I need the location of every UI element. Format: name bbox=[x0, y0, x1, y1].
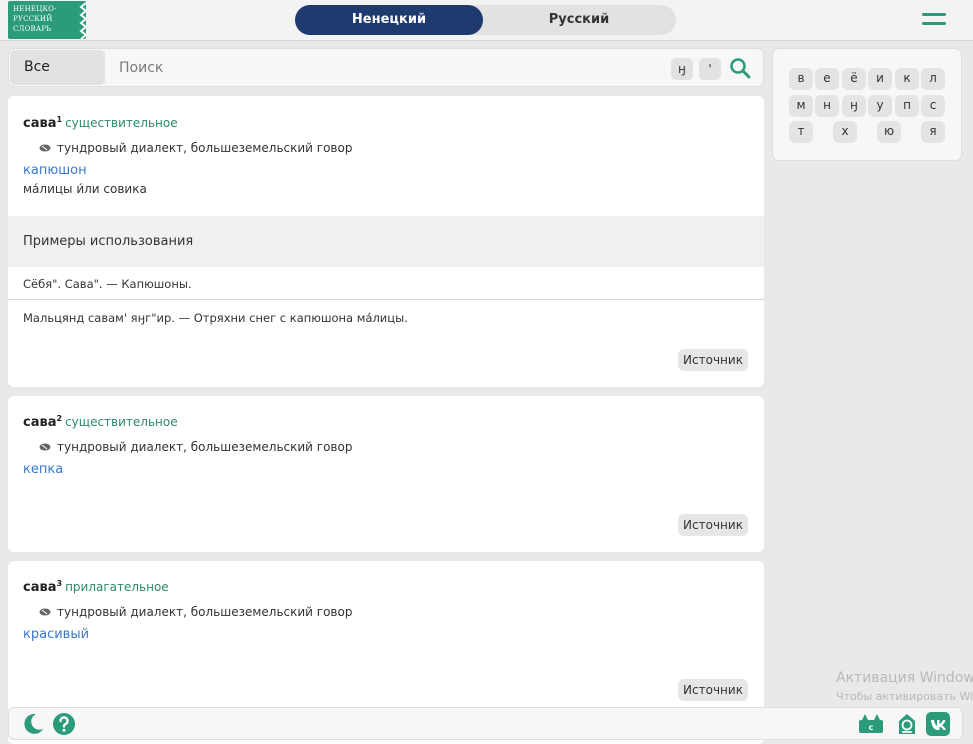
top-bar: НЕНЕЦКО- РУССКИЙ СЛОВАРЬ Ненецкий Русски… bbox=[0, 0, 973, 41]
homonym-number: 3 bbox=[56, 579, 63, 588]
logo-text: НЕНЕЦКО- РУССКИЙ СЛОВАРЬ bbox=[13, 4, 75, 34]
search-icon[interactable] bbox=[729, 57, 751, 79]
letter-button[interactable]: ю bbox=[877, 121, 901, 143]
vk-icon[interactable] bbox=[926, 712, 950, 736]
entry-headline: сава2 существительное bbox=[23, 414, 178, 430]
letter-button[interactable]: ё bbox=[842, 68, 866, 90]
dialect-icon bbox=[39, 443, 51, 451]
cattle-icon[interactable]: c bbox=[856, 712, 886, 736]
watermark-title: Активация Windows bbox=[836, 670, 973, 686]
example-item: Сёбя". Сава". — Капюшоны. bbox=[23, 277, 192, 291]
divider bbox=[8, 299, 764, 300]
homonym-number: 1 bbox=[56, 115, 63, 124]
windows-activation-watermark: Активация Windows Чтобы активировать Win… bbox=[836, 669, 973, 705]
part-of-speech: прилагательное bbox=[65, 580, 169, 594]
letter-button[interactable]: у bbox=[868, 95, 892, 117]
example-item: Мальцянд савам' яӈг"ир. — Отряхни снег с… bbox=[23, 311, 408, 325]
letter-button[interactable]: ӈ bbox=[842, 95, 866, 117]
dialect-text: тундровый диалект, большеземельский гово… bbox=[57, 440, 353, 454]
letter-button[interactable]: я bbox=[921, 121, 945, 143]
tab-russian[interactable]: Русский bbox=[485, 5, 673, 35]
alphabet-panel: в е ё и к л м н ӈ у п с т х ю я bbox=[772, 48, 962, 161]
help-icon[interactable] bbox=[52, 712, 76, 736]
ornament-icon bbox=[76, 1, 86, 39]
dictionary-logo[interactable]: НЕНЕЦКО- РУССКИЙ СЛОВАРЬ bbox=[8, 1, 86, 39]
source-button[interactable]: Источник bbox=[678, 679, 748, 701]
letter-button[interactable]: п bbox=[895, 95, 919, 117]
letter-button[interactable]: т bbox=[789, 121, 813, 143]
letter-button[interactable]: в bbox=[789, 68, 813, 90]
language-switch: Ненецкий Русский bbox=[295, 5, 676, 35]
letter-button[interactable]: е bbox=[815, 68, 839, 90]
letter-button[interactable]: х bbox=[833, 121, 857, 143]
letter-button[interactable]: л bbox=[921, 68, 945, 90]
source-button[interactable]: Источник bbox=[678, 514, 748, 536]
part-of-speech: существительное bbox=[65, 415, 178, 429]
dialect-text: тундровый диалект, большеземельский гово… bbox=[57, 605, 353, 619]
entry-card: сава2 существительное тундровый диалект, … bbox=[8, 396, 764, 552]
search-panel: Все ӈ ' bbox=[8, 48, 764, 87]
dialect-icon bbox=[39, 608, 51, 616]
homonym-number: 2 bbox=[56, 414, 63, 423]
entry-headline: сава3 прилагательное bbox=[23, 579, 169, 595]
logo-line-1: НЕНЕЦКО- bbox=[13, 5, 57, 13]
logo-line-2: РУССКИЙ bbox=[13, 15, 53, 23]
translation-link[interactable]: кепка bbox=[23, 462, 63, 477]
insert-apostrophe-button[interactable]: ' bbox=[699, 58, 721, 80]
letter-button[interactable]: н bbox=[815, 95, 839, 117]
svg-text:c: c bbox=[869, 723, 874, 732]
filter-all-button[interactable]: Все bbox=[10, 50, 105, 85]
letter-button[interactable]: с bbox=[921, 95, 945, 117]
entry-headline: сава1 существительное bbox=[23, 115, 178, 131]
source-button[interactable]: Источник bbox=[678, 349, 748, 371]
translation-note: ма́лицы и́ли совика bbox=[23, 182, 147, 196]
letter-button[interactable]: м bbox=[789, 95, 813, 117]
bottom-bar: c bbox=[8, 707, 963, 740]
dialect-line: тундровый диалект, большеземельский гово… bbox=[39, 141, 352, 155]
entry-word: сава bbox=[23, 415, 57, 430]
hamburger-menu-icon[interactable] bbox=[922, 13, 946, 29]
translation-link[interactable]: красивый bbox=[23, 627, 89, 642]
letter-button[interactable]: и bbox=[868, 68, 892, 90]
emblem-icon[interactable] bbox=[895, 712, 919, 736]
dialect-line: тундровый диалект, большеземельский гово… bbox=[39, 440, 352, 454]
dialect-text: тундровый диалект, большеземельский гово… bbox=[57, 141, 353, 155]
examples-header[interactable]: Примеры использования bbox=[8, 216, 764, 267]
watermark-subtitle: Чтобы активировать Windows bbox=[836, 690, 973, 703]
tab-nenets[interactable]: Ненецкий bbox=[295, 5, 483, 35]
entry-word: сава bbox=[23, 580, 57, 595]
moon-icon[interactable] bbox=[21, 712, 45, 736]
dialect-icon bbox=[39, 144, 51, 152]
letter-button[interactable]: к bbox=[895, 68, 919, 90]
entry-card: сава1 существительное тундровый диалект, … bbox=[8, 96, 764, 387]
insert-eng-char-button[interactable]: ӈ bbox=[671, 58, 693, 80]
translation-link[interactable]: капюшон bbox=[23, 163, 87, 178]
search-input[interactable] bbox=[119, 54, 659, 82]
logo-line-3: СЛОВАРЬ bbox=[13, 25, 52, 33]
entry-word: сава bbox=[23, 116, 57, 131]
dialect-line: тундровый диалект, большеземельский гово… bbox=[39, 605, 352, 619]
part-of-speech: существительное bbox=[65, 116, 178, 130]
